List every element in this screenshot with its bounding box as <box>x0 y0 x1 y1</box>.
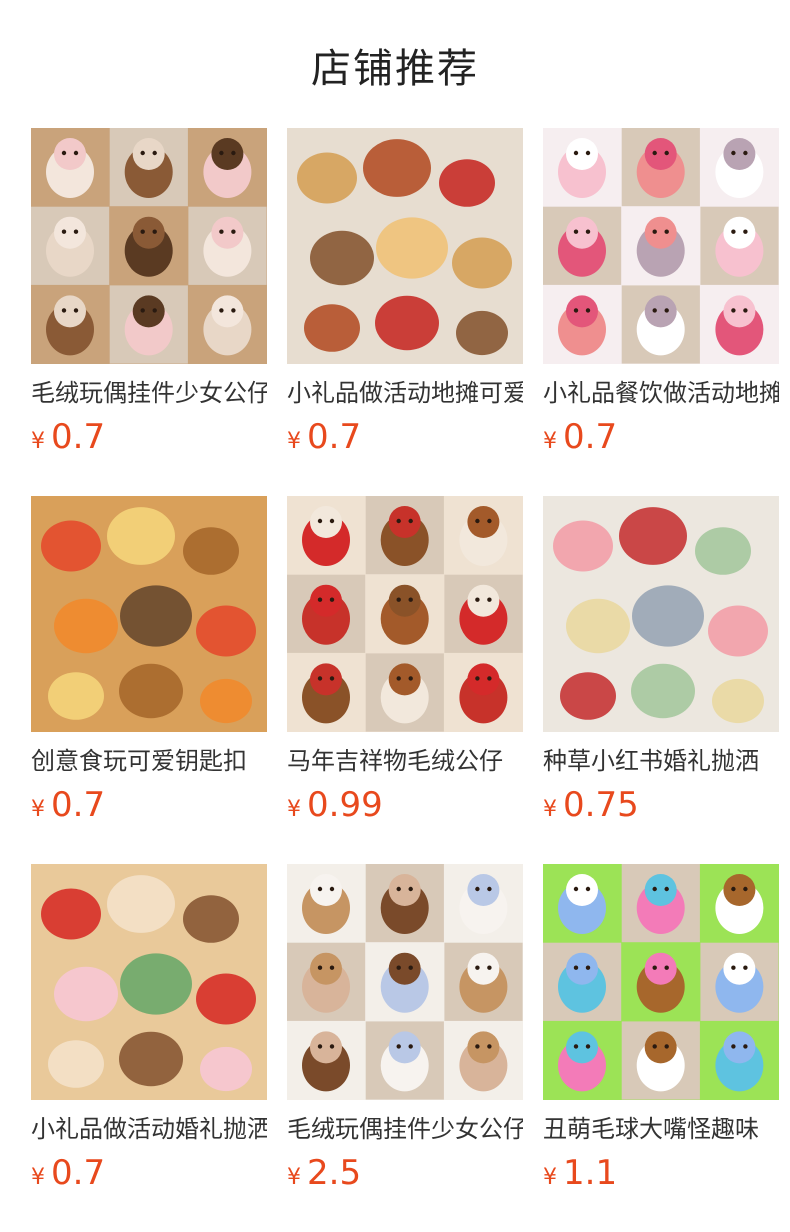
product-name[interactable]: 小礼品餐饮做活动地摊 <box>543 377 779 409</box>
product-price: ¥0.7 <box>31 417 267 457</box>
product-image[interactable] <box>287 128 523 364</box>
product-card[interactable]: 马年吉祥物毛绒公仔 ¥0.99 <box>287 496 523 825</box>
price-value: 2.5 <box>307 1153 362 1193</box>
currency-symbol: ¥ <box>31 1165 45 1190</box>
product-card[interactable]: 毛绒玩偶挂件少女公仔 ¥2.5 <box>287 864 523 1193</box>
product-card[interactable]: 小礼品做活动婚礼抛洒 ¥0.7 <box>31 864 267 1193</box>
product-price: ¥0.7 <box>31 1153 267 1193</box>
currency-symbol: ¥ <box>287 429 301 454</box>
currency-symbol: ¥ <box>543 797 557 822</box>
page-title: 店铺推荐 <box>311 46 479 92</box>
product-card[interactable]: 种草小红书婚礼抛洒 ¥0.75 <box>543 496 779 825</box>
price-value: 0.7 <box>563 417 618 457</box>
product-price: ¥0.99 <box>287 785 523 825</box>
product-price: ¥0.7 <box>287 417 523 457</box>
product-price: ¥2.5 <box>287 1153 523 1193</box>
price-value: 0.7 <box>307 417 362 457</box>
product-image[interactable] <box>287 864 523 1100</box>
product-name[interactable]: 种草小红书婚礼抛洒 <box>543 745 779 777</box>
currency-symbol: ¥ <box>287 797 301 822</box>
food-plush-trays-image <box>31 496 267 732</box>
product-name[interactable]: 小礼品做活动地摊可爱 <box>287 377 523 409</box>
ugly-cute-furball-grid-image <box>543 864 779 1100</box>
product-card[interactable]: 毛绒玩偶挂件少女公仔 ¥0.7 <box>31 128 267 457</box>
plush-dogs-bunnies-grid-image <box>287 864 523 1100</box>
product-image[interactable] <box>543 128 779 364</box>
product-price: ¥1.1 <box>543 1153 779 1193</box>
price-value: 0.7 <box>51 1153 106 1193</box>
product-card[interactable]: 丑萌毛球大嘴怪趣味 ¥1.1 <box>543 864 779 1193</box>
product-image[interactable] <box>31 864 267 1100</box>
currency-symbol: ¥ <box>31 797 45 822</box>
currency-symbol: ¥ <box>543 1165 557 1190</box>
product-name[interactable]: 毛绒玩偶挂件少女公仔 <box>31 377 267 409</box>
price-value: 0.7 <box>51 785 106 825</box>
wedding-gift-bags-image <box>543 496 779 732</box>
product-image[interactable] <box>543 864 779 1100</box>
product-image[interactable] <box>31 128 267 364</box>
product-price: ¥0.7 <box>31 785 267 825</box>
product-name[interactable]: 创意食玩可爱钥匙扣 <box>31 745 267 777</box>
product-image[interactable] <box>543 496 779 732</box>
plush-bear-bunny-grid-image <box>31 128 267 364</box>
product-price: ¥0.75 <box>543 785 779 825</box>
currency-symbol: ¥ <box>287 1165 301 1190</box>
product-name[interactable]: 毛绒玩偶挂件少女公仔 <box>287 1113 523 1145</box>
product-card[interactable]: 小礼品做活动地摊可爱 ¥0.7 <box>287 128 523 457</box>
product-image[interactable] <box>287 496 523 732</box>
price-value: 0.99 <box>307 785 383 825</box>
product-name[interactable]: 马年吉祥物毛绒公仔 <box>287 745 523 777</box>
fluffy-plush-pendants-grid-image <box>543 128 779 364</box>
price-value: 0.75 <box>563 785 639 825</box>
packed-plush-pendants-image <box>31 864 267 1100</box>
horse-mascot-plush-grid-image <box>287 496 523 732</box>
product-card[interactable]: 创意食玩可爱钥匙扣 ¥0.7 <box>31 496 267 825</box>
price-value: 1.1 <box>563 1153 618 1193</box>
product-image[interactable] <box>31 496 267 732</box>
currency-symbol: ¥ <box>31 429 45 454</box>
product-price: ¥0.7 <box>543 417 779 457</box>
food-plush-keychains-on-plate-image <box>287 128 523 364</box>
product-name[interactable]: 小礼品做活动婚礼抛洒 <box>31 1113 267 1145</box>
currency-symbol: ¥ <box>543 429 557 454</box>
product-card[interactable]: 小礼品餐饮做活动地摊 ¥0.7 <box>543 128 779 457</box>
price-value: 0.7 <box>51 417 106 457</box>
product-name[interactable]: 丑萌毛球大嘴怪趣味 <box>543 1113 779 1145</box>
